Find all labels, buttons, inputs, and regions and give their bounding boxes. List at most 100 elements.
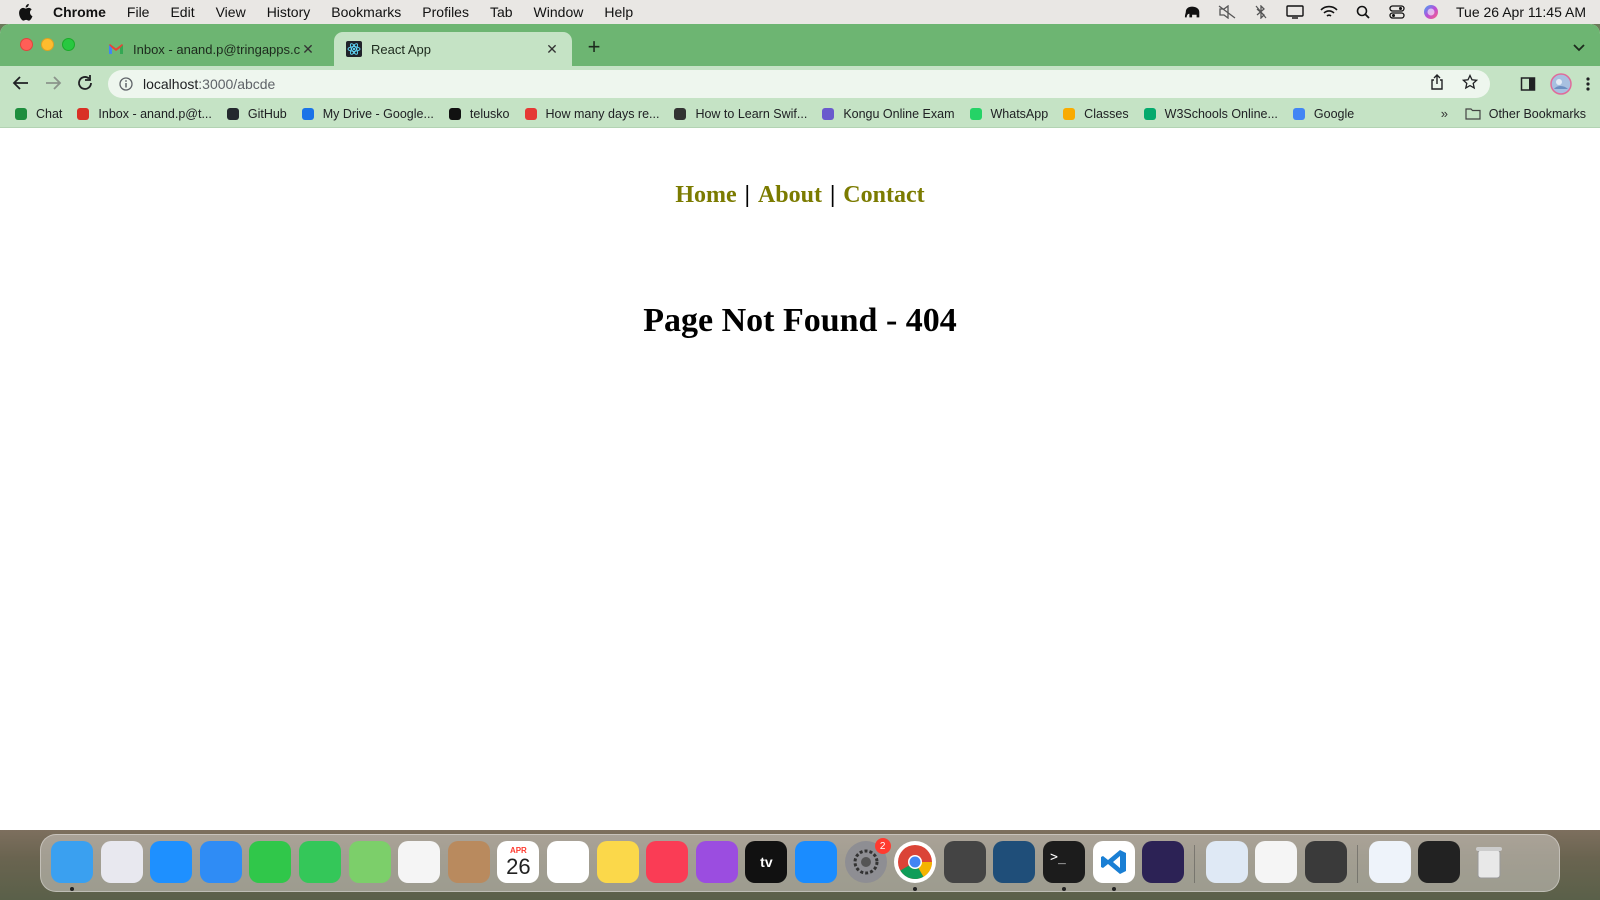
other-bookmarks-folder[interactable]: Other Bookmarks — [1465, 100, 1586, 128]
photos-icon[interactable] — [398, 841, 441, 883]
preview-icon[interactable] — [1205, 841, 1248, 883]
running-indicator-dot — [1111, 887, 1116, 891]
bookmark-item[interactable]: Kongu Online Exam — [821, 107, 955, 121]
address-bar[interactable]: localhost:3000/abcde — [108, 70, 1490, 98]
podcasts-icon[interactable] — [695, 841, 738, 883]
other-bookmarks-label: Other Bookmarks — [1488, 107, 1586, 121]
safari-icon[interactable] — [150, 841, 193, 883]
close-tab-icon[interactable]: ✕ — [544, 41, 560, 57]
elephant-icon[interactable] — [1184, 5, 1202, 19]
share-icon[interactable] — [1430, 73, 1444, 95]
bell-muted-icon[interactable] — [1218, 5, 1236, 19]
nav-link-contact[interactable]: Contact — [843, 182, 924, 208]
close-window-button[interactable] — [20, 38, 33, 51]
bookmark-star-icon[interactable] — [1461, 73, 1479, 95]
finder-icon[interactable] — [51, 841, 93, 883]
chrome-menu-icon[interactable] — [1586, 76, 1590, 97]
maps-icon[interactable] — [348, 841, 391, 883]
bookmark-item[interactable]: How many days re... — [524, 107, 659, 121]
bookmarks-overflow-chevron[interactable]: » — [1441, 106, 1448, 121]
minimize-window-button[interactable] — [41, 38, 54, 51]
close-tab-icon[interactable]: ✕ — [300, 41, 316, 57]
tab-react-app[interactable]: React App ✕ — [334, 32, 572, 66]
bookmark-label: GitHub — [247, 106, 287, 121]
menu-help[interactable]: Help — [604, 4, 633, 20]
bookmark-item[interactable]: telusko — [448, 107, 510, 121]
menu-window[interactable]: Window — [534, 4, 584, 20]
menu-history[interactable]: History — [267, 4, 311, 20]
terminal-icon[interactable]: >_ — [1043, 841, 1085, 883]
eclipse-icon[interactable] — [1142, 841, 1185, 883]
menu-bookmarks[interactable]: Bookmarks — [331, 4, 401, 20]
bookmark-label: My Drive - Google... — [322, 106, 434, 121]
bookmark-item[interactable]: How to Learn Swif... — [673, 107, 807, 121]
bluetooth-icon[interactable] — [1252, 5, 1270, 19]
menu-profiles[interactable]: Profiles — [422, 4, 469, 20]
spotlight-search-icon[interactable] — [1354, 5, 1372, 19]
bookmark-item[interactable]: My Drive - Google... — [301, 107, 434, 121]
bookmark-item[interactable]: Inbox - anand.p@t... — [76, 106, 212, 121]
forward-arrow-icon[interactable] — [42, 72, 64, 94]
menu-tab[interactable]: Tab — [490, 4, 513, 20]
folder-icon — [1465, 107, 1481, 121]
chrome-icon[interactable] — [894, 841, 937, 883]
zoom-window-button[interactable] — [62, 38, 75, 51]
bookmark-item[interactable]: GitHub — [226, 107, 287, 121]
apple-logo-icon[interactable] — [17, 3, 37, 21]
drive-icon — [301, 107, 315, 121]
url-text[interactable]: localhost:3000/abcde — [143, 76, 275, 92]
calculator-icon[interactable] — [1305, 841, 1347, 883]
menu-edit[interactable]: Edit — [170, 4, 194, 20]
system-preferences-icon[interactable]: 2 — [844, 838, 891, 883]
appstore-icon[interactable] — [795, 841, 837, 883]
bookmark-item[interactable]: Classes — [1062, 107, 1129, 121]
github-icon — [226, 107, 240, 121]
back-arrow-icon[interactable] — [10, 72, 32, 94]
siri-icon[interactable] — [1422, 5, 1440, 19]
notes-icon[interactable] — [596, 841, 639, 883]
document-icon[interactable] — [1368, 841, 1411, 883]
tab-inbox[interactable]: Inbox - anand.p@tringapps.com ✕ — [96, 32, 328, 66]
bookmark-item[interactable]: Chat — [14, 107, 62, 121]
vscode-icon[interactable] — [1092, 841, 1135, 883]
mysql-workbench-icon[interactable] — [993, 841, 1036, 883]
bookmark-item[interactable]: W3Schools Online... — [1143, 107, 1278, 121]
site-navigation: Home | About | Contact — [0, 182, 1600, 209]
bookmark-item[interactable]: Google — [1292, 107, 1354, 121]
site-info-icon[interactable] — [119, 77, 133, 91]
textedit-icon[interactable] — [1255, 841, 1298, 883]
launchpad-icon[interactable] — [100, 841, 143, 883]
nav-link-home[interactable]: Home — [675, 182, 736, 208]
url-path: :3000/abcde — [198, 76, 276, 92]
tab-search-chevron-icon[interactable] — [1572, 40, 1586, 54]
keychain-icon[interactable] — [943, 841, 986, 883]
nav-link-about[interactable]: About — [758, 182, 822, 208]
bookmark-item[interactable]: WhatsApp — [969, 107, 1048, 121]
display-icon[interactable] — [1286, 5, 1304, 19]
profile-avatar-icon[interactable] — [1550, 73, 1572, 100]
reload-icon[interactable] — [74, 72, 96, 94]
gmail-icon — [108, 41, 124, 57]
music-icon[interactable] — [646, 841, 689, 883]
bookmark-label: Inbox - anand.p@t... — [98, 106, 212, 121]
control-center-icon[interactable] — [1388, 5, 1406, 19]
menubar-clock[interactable]: Tue 26 Apr 11:45 AM — [1456, 4, 1586, 20]
page-content: Home | About | Contact Page Not Found - 404 — [0, 134, 1600, 806]
running-indicator-dot — [913, 887, 918, 891]
side-panel-icon[interactable] — [1520, 76, 1536, 97]
contacts-icon[interactable] — [447, 841, 490, 883]
mail-icon[interactable] — [199, 841, 242, 883]
trash-icon[interactable] — [1468, 841, 1510, 883]
appletv-icon[interactable]: tv — [745, 841, 788, 883]
shield-icon — [524, 107, 538, 121]
menu-file[interactable]: File — [127, 4, 150, 20]
menu-view[interactable]: View — [216, 4, 246, 20]
reminders-icon[interactable] — [547, 841, 589, 883]
messages-icon[interactable] — [299, 841, 341, 883]
menu-app-name[interactable]: Chrome — [53, 4, 106, 20]
screen-icon[interactable] — [1418, 841, 1461, 883]
calendar-icon[interactable]: APR 26 — [497, 841, 540, 883]
wifi-icon[interactable] — [1320, 5, 1338, 19]
new-tab-button[interactable]: + — [584, 36, 604, 58]
facetime-icon[interactable] — [249, 841, 292, 883]
